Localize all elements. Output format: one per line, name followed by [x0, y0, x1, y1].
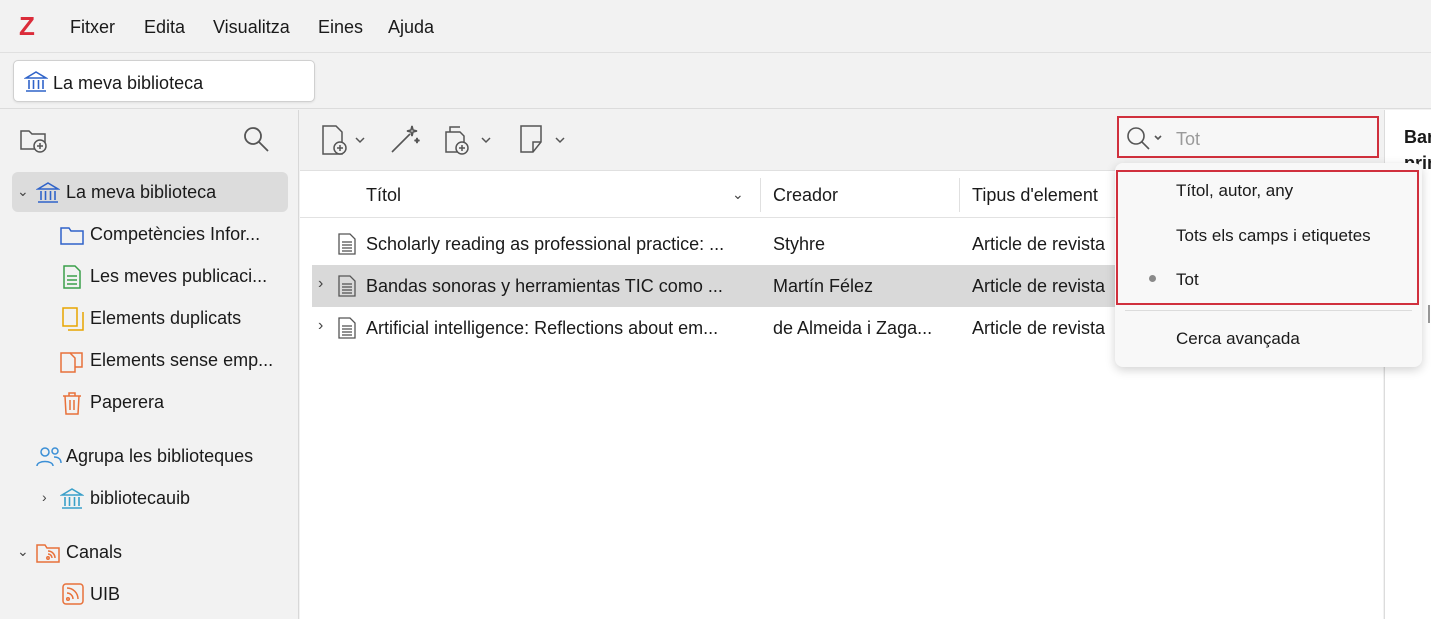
- feeds-icon: [36, 541, 62, 570]
- cell-creator: Martín Félez: [773, 276, 874, 296]
- sidebar-item-trash[interactable]: Paperera: [12, 382, 288, 422]
- chevron-down-icon[interactable]: ⌄: [732, 186, 744, 203]
- rss-icon: [62, 583, 84, 610]
- new-note-button[interactable]: [518, 124, 568, 161]
- sidebar-item-label: Elements sense emp...: [90, 350, 274, 370]
- journal-article-icon: [338, 317, 356, 344]
- journal-article-icon: [338, 233, 356, 260]
- trash-icon: [62, 391, 82, 420]
- chevron-right-icon[interactable]: ›: [318, 317, 323, 335]
- divider: [1428, 305, 1430, 323]
- chevron-right-icon[interactable]: ›: [42, 489, 47, 505]
- sidebar-item-label: La meva biblioteca: [66, 182, 217, 202]
- document-icon: [62, 265, 82, 294]
- sidebar-item-label: Agrupa les biblioteques: [66, 446, 254, 466]
- zotero-logo: Z: [19, 11, 35, 41]
- sidebar-item-bibliotecauib[interactable]: › bibliotecauib: [12, 478, 288, 518]
- folder-icon: [60, 223, 84, 252]
- column-item-type[interactable]: Tipus d'element: [972, 184, 1098, 206]
- library-icon: [23, 70, 49, 99]
- menu-tools[interactable]: Eines: [318, 16, 363, 38]
- cell-title: Bandas sonoras y herramientas TIC como .…: [366, 276, 723, 296]
- sidebar-item-uib-feed[interactable]: UIB: [12, 574, 288, 614]
- column-divider[interactable]: [760, 178, 761, 212]
- duplicate-icon: [62, 307, 84, 336]
- menu-file[interactable]: Fitxer: [70, 16, 115, 38]
- tab-library[interactable]: La meva biblioteca: [13, 60, 315, 102]
- group-icon: [36, 445, 62, 474]
- sidebar-item-group-libraries[interactable]: Agrupa les biblioteques: [12, 436, 288, 476]
- library-icon: [59, 487, 85, 516]
- cell-title: Artificial intelligence: Reflections abo…: [366, 318, 719, 338]
- menu-item-title-creator-year[interactable]: Títol, autor, any: [1176, 181, 1293, 201]
- chevron-right-icon[interactable]: ›: [318, 275, 323, 293]
- cell-creator: Styhre: [773, 234, 826, 254]
- journal-article-icon: [338, 275, 356, 302]
- menu-help[interactable]: Ajuda: [388, 16, 434, 38]
- sidebar-item-label: Elements duplicats: [90, 308, 242, 328]
- cell-title: Scholarly reading as professional practi…: [366, 234, 725, 254]
- menu-bar: Z Fitxer Edita Visualitza Eines Ajuda: [0, 0, 1431, 53]
- new-attachment-button[interactable]: [442, 124, 494, 161]
- column-title[interactable]: Títol: [366, 184, 401, 206]
- column-creator[interactable]: Creador: [773, 184, 838, 206]
- sidebar-item-competencies[interactable]: Competències Infor...: [12, 214, 288, 254]
- menu-item-everything[interactable]: Tot: [1176, 270, 1199, 290]
- new-item-button[interactable]: [320, 124, 368, 161]
- cell-creator: de Almeida i Zaga...: [773, 318, 933, 338]
- cell-item-type: Article de revista: [972, 234, 1106, 254]
- sidebar-item-label: Les meves publicaci...: [90, 266, 268, 286]
- items-toolbar: Tot: [300, 110, 1383, 171]
- chevron-down-icon[interactable]: ⌄: [17, 543, 29, 560]
- sidebar-item-label: Competències Infor...: [90, 224, 261, 244]
- sidebar-item-my-library[interactable]: ⌄ La meva biblioteca: [12, 172, 288, 212]
- radio-selected-icon: [1149, 275, 1156, 282]
- sidebar-item-label: bibliotecauib: [90, 488, 191, 508]
- menu-item-advanced-search[interactable]: Cerca avançada: [1176, 329, 1300, 349]
- search-field[interactable]: Tot: [1117, 116, 1379, 158]
- sidebar-item-my-publications[interactable]: Les meves publicaci...: [12, 256, 288, 296]
- chevron-down-icon[interactable]: ⌄: [17, 183, 29, 200]
- item-title-text: Bar: [1404, 127, 1431, 147]
- cell-item-type: Article de revista: [972, 318, 1106, 338]
- menu-separator: [1125, 310, 1412, 311]
- sidebar-item-label: Paperera: [90, 392, 165, 412]
- new-collection-icon[interactable]: [19, 126, 49, 159]
- unfiled-icon: [60, 349, 84, 378]
- search-input[interactable]: Tot: [1176, 129, 1200, 149]
- cell-item-type: Article de revista: [972, 276, 1106, 296]
- collections-pane: ⌄ La meva biblioteca Competències Infor.…: [0, 110, 299, 619]
- menu-edit[interactable]: Edita: [144, 16, 185, 38]
- sidebar-item-label: Canals: [66, 542, 123, 562]
- library-icon: [35, 181, 61, 210]
- sidebar-item-feeds[interactable]: ⌄ Canals: [12, 532, 288, 572]
- search-mode-menu: Títol, autor, any Tots els camps i etiqu…: [1115, 163, 1422, 367]
- magic-wand-icon[interactable]: [388, 124, 422, 161]
- sidebar-item-unfiled[interactable]: Elements sense emp...: [12, 340, 288, 380]
- search-icon[interactable]: [1125, 125, 1167, 156]
- sidebar-item-duplicates[interactable]: Elements duplicats: [12, 298, 288, 338]
- tab-label: La meva biblioteca: [53, 73, 204, 93]
- menu-item-all-fields-tags[interactable]: Tots els camps i etiquetes: [1176, 226, 1371, 246]
- menu-view[interactable]: Visualitza: [213, 16, 290, 38]
- sidebar-item-label: UIB: [90, 584, 121, 604]
- search-icon[interactable]: [242, 125, 270, 158]
- column-divider[interactable]: [959, 178, 960, 212]
- tab-bar: La meva biblioteca: [0, 54, 1431, 109]
